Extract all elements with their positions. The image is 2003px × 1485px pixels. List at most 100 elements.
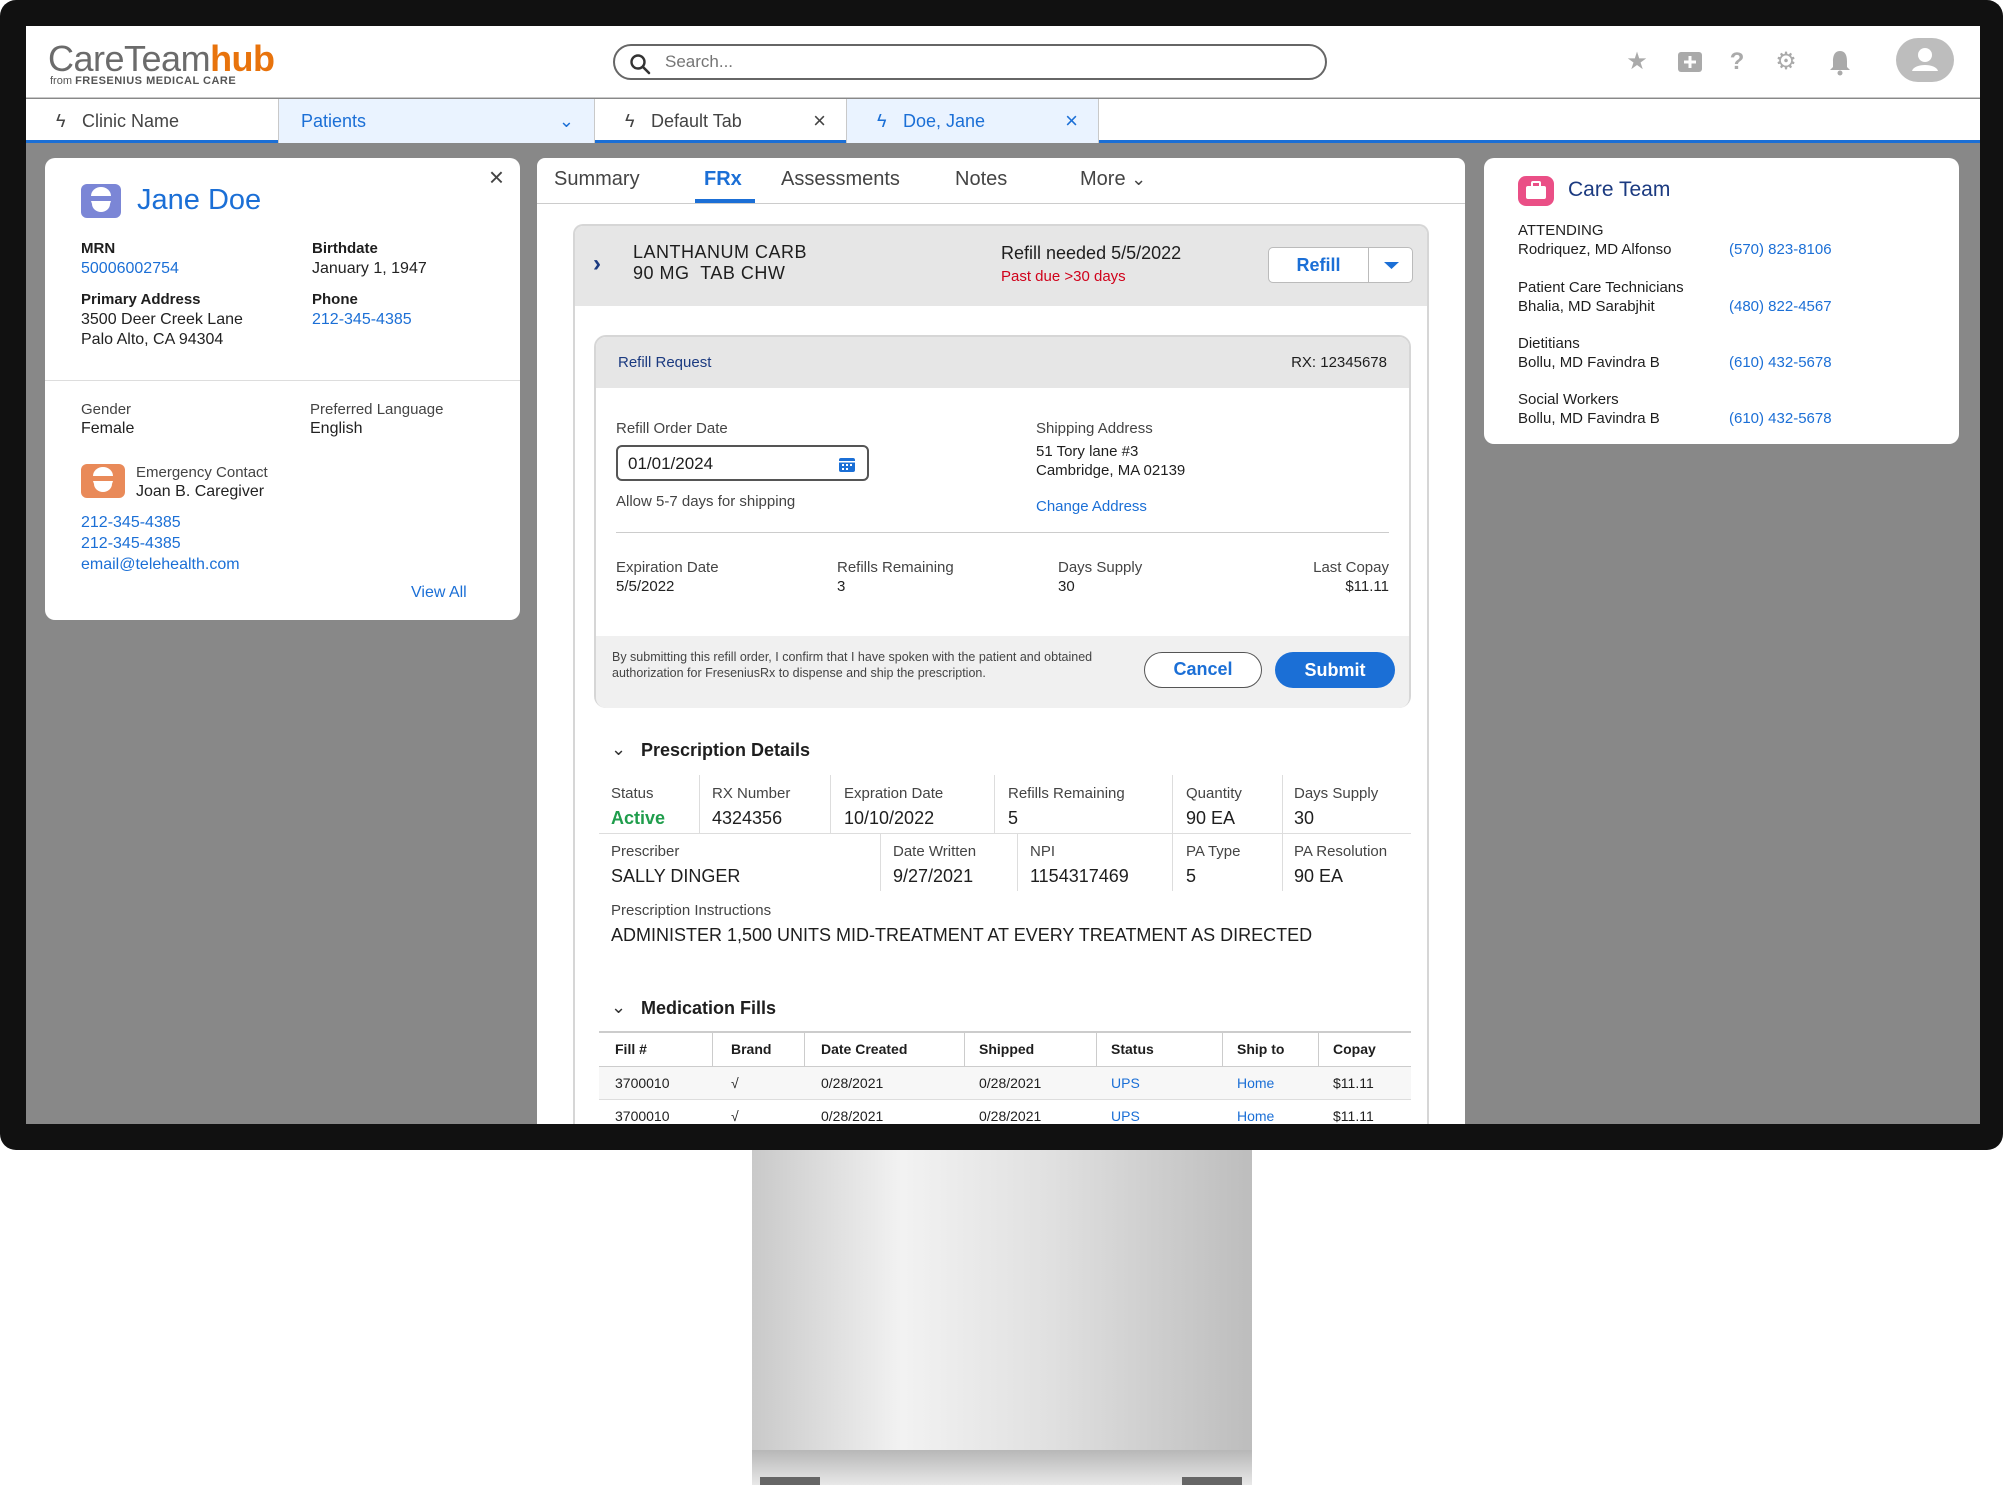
table-row[interactable]: 3700010 √ 0/28/2021 0/28/2021 UPS Home $… xyxy=(599,1100,1411,1124)
tab-notes[interactable]: Notes xyxy=(955,168,1007,191)
cell-ship-to-link[interactable]: Home xyxy=(1237,1108,1274,1124)
row-divider xyxy=(599,833,1411,834)
tab-label: Patients xyxy=(301,111,367,131)
emergency-phone2[interactable]: 212-345-4385 xyxy=(81,535,181,553)
phone-value[interactable]: 212-345-4385 xyxy=(312,311,412,329)
page: CareTeamhub from FRESENIUS MEDICAL CARE … xyxy=(0,0,2003,1485)
mrn-label: MRN xyxy=(81,240,116,257)
member-phone[interactable]: (570) 823-8106 xyxy=(1729,241,1832,258)
qty-value: 90 EA xyxy=(1186,808,1236,828)
patient-name[interactable]: Jane Doe xyxy=(137,184,261,217)
role-dietitians: Dietitians xyxy=(1518,335,1580,352)
close-icon[interactable]: × xyxy=(1065,99,1078,143)
logo-accent: hub xyxy=(210,38,275,79)
status-label: Status xyxy=(611,785,654,802)
tab-clinic-name[interactable]: ϟ Clinic Name xyxy=(26,99,279,143)
instructions-label: Prescription Instructions xyxy=(611,902,772,919)
written-value: 9/27/2021 xyxy=(893,866,974,886)
refill-request-panel: Refill Request RX: 12345678 Refill Order… xyxy=(594,335,1411,708)
bolt-icon: ϟ xyxy=(56,111,66,131)
medication-name-line2: 90 MG TAB CHW xyxy=(633,263,786,283)
caret-down-icon[interactable] xyxy=(1370,248,1413,282)
briefcase-icon xyxy=(1518,176,1554,206)
chevron-down-icon[interactable]: ⌄ xyxy=(611,997,626,1018)
refills-label: Refills Remaining xyxy=(837,559,954,576)
phone-label: Phone xyxy=(312,291,358,308)
care-team-title: Care Team xyxy=(1568,178,1671,201)
add-icon[interactable] xyxy=(1676,48,1704,76)
app-logo[interactable]: CareTeamhub xyxy=(48,38,275,80)
tab-default[interactable]: ϟ Default Tab × xyxy=(595,99,847,143)
language-label: Preferred Language xyxy=(310,401,444,418)
search-box[interactable] xyxy=(613,44,1327,80)
exp-value: 10/10/2022 xyxy=(844,808,935,828)
monitor-stand xyxy=(752,1150,1252,1450)
cell-status-link[interactable]: UPS xyxy=(1111,1075,1140,1091)
cell-divider xyxy=(699,775,700,833)
close-icon[interactable]: × xyxy=(489,162,504,193)
cell-copay: $11.11 xyxy=(1333,1075,1374,1091)
member-name: Bhalia, MD Sarabjhit xyxy=(1518,298,1655,315)
col-divider xyxy=(964,1033,965,1067)
member-phone[interactable]: (610) 432-5678 xyxy=(1729,410,1832,427)
expiration-label: Expiration Date xyxy=(616,559,719,576)
change-address-link[interactable]: Change Address xyxy=(1036,498,1147,515)
refills-value: 3 xyxy=(837,578,846,595)
shipping-line2: Cambridge, MA 02139 xyxy=(1036,462,1186,479)
close-icon[interactable]: × xyxy=(813,99,826,143)
tab-frx[interactable]: FRx xyxy=(704,168,742,191)
emergency-email[interactable]: email@telehealth.com xyxy=(81,556,240,574)
chevron-right-icon[interactable]: › xyxy=(593,250,601,278)
divider xyxy=(616,532,1389,533)
active-tab-underline xyxy=(695,199,755,203)
user-avatar-icon[interactable] xyxy=(1896,38,1954,82)
status-badge: Active xyxy=(611,808,666,828)
cancel-button[interactable]: Cancel xyxy=(1144,652,1262,688)
bell-icon[interactable] xyxy=(1826,48,1854,76)
search-input[interactable] xyxy=(665,52,1265,72)
help-icon[interactable]: ? xyxy=(1723,48,1751,76)
top-bar: CareTeamhub from FRESENIUS MEDICAL CARE … xyxy=(26,26,1980,98)
member-phone[interactable]: (610) 432-5678 xyxy=(1729,354,1832,371)
tab-doe-jane[interactable]: ϟ Doe, Jane × xyxy=(847,99,1099,143)
col-brand: Brand xyxy=(731,1041,772,1057)
cell-status-link[interactable]: UPS xyxy=(1111,1108,1140,1124)
role-attending: ATTENDING xyxy=(1518,222,1604,239)
logo-main: CareTeam xyxy=(48,38,211,79)
npi-label: NPI xyxy=(1030,843,1056,860)
emergency-phone1[interactable]: 212-345-4385 xyxy=(81,514,181,532)
order-date-value: 01/01/2024 xyxy=(628,454,714,473)
cell-ship-to-link[interactable]: Home xyxy=(1237,1075,1274,1091)
tab-summary[interactable]: Summary xyxy=(554,168,640,191)
prescriber-label: Prescriber xyxy=(611,843,680,860)
rx-label: RX Number xyxy=(712,785,791,802)
birthdate-value: January 1, 1947 xyxy=(312,260,427,277)
qty-label: Quantity xyxy=(1186,785,1242,802)
tab-patients[interactable]: Patients ⌄ xyxy=(279,99,595,143)
submit-button[interactable]: Submit xyxy=(1275,652,1395,688)
star-icon[interactable]: ★ xyxy=(1623,48,1651,76)
cell-divider xyxy=(830,775,831,833)
table-row[interactable]: 3700010 √ 0/28/2021 0/28/2021 UPS Home $… xyxy=(599,1067,1411,1100)
mrn-value[interactable]: 50006002754 xyxy=(81,260,179,278)
tab-more[interactable]: More ⌄ xyxy=(1080,168,1146,191)
refill-button[interactable]: Refill xyxy=(1269,248,1369,282)
col-ship-to: Ship to xyxy=(1237,1041,1285,1057)
expiration-value: 5/5/2022 xyxy=(616,578,675,595)
view-all-link[interactable]: View All xyxy=(411,584,467,602)
tab-bar: ϟ Clinic Name Patients ⌄ ϟ Default Tab × ϟ Do… xyxy=(26,99,1980,143)
birthdate-label: Birthdate xyxy=(312,240,378,257)
order-date-field[interactable]: 01/01/2024 xyxy=(616,445,869,481)
col-status: Status xyxy=(1111,1041,1154,1057)
tab-label: Doe, Jane xyxy=(903,111,986,131)
rx-number: RX: 12345678 xyxy=(1291,354,1387,371)
chevron-down-icon[interactable]: ⌄ xyxy=(611,739,626,760)
gear-icon[interactable]: ⚙ xyxy=(1772,48,1800,76)
member-phone[interactable]: (480) 822-4567 xyxy=(1729,298,1832,315)
exp-label: Expration Date xyxy=(844,785,944,802)
col-divider xyxy=(1096,1033,1097,1067)
calendar-icon[interactable] xyxy=(837,454,857,479)
gender-label: Gender xyxy=(81,401,132,418)
chevron-down-icon[interactable]: ⌄ xyxy=(559,99,574,143)
tab-assessments[interactable]: Assessments xyxy=(781,168,900,191)
